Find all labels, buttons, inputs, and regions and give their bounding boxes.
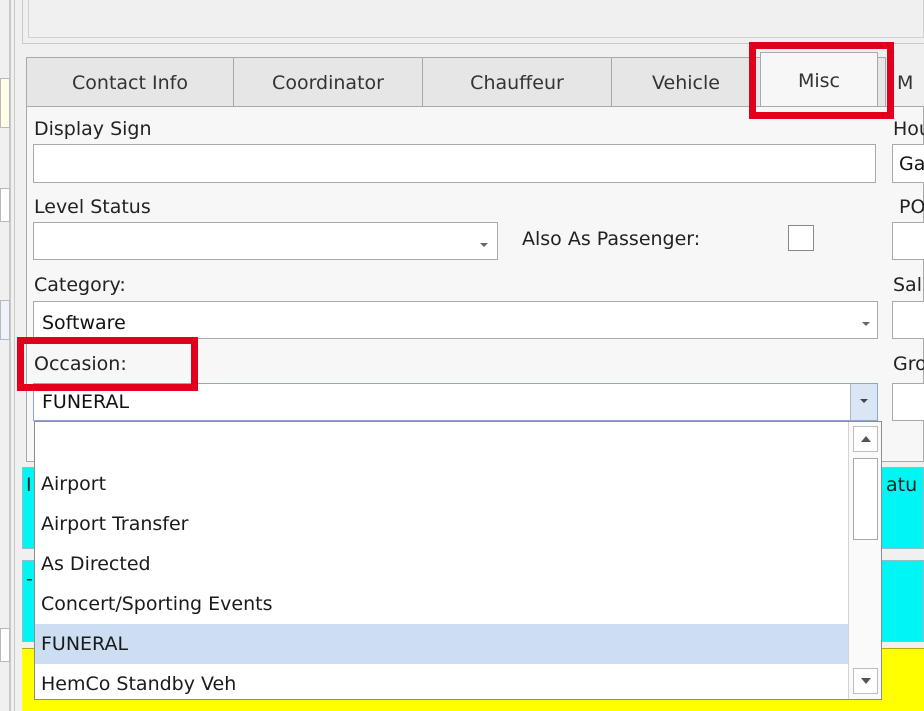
left-panel-fragment [0, 300, 10, 340]
occasion-dropdown-list[interactable]: Airport Airport Transfer As Directed Con… [34, 421, 882, 700]
list-item[interactable]: HemCo Standby Veh [35, 664, 848, 699]
cyan-row-2-partial-text: - [26, 568, 33, 590]
tab-vehicle[interactable]: Vehicle [611, 57, 761, 107]
upper-panel-border [28, 0, 924, 38]
list-item[interactable] [35, 424, 848, 464]
left-panel-fragment [0, 78, 10, 128]
chevron-down-icon [862, 322, 870, 326]
scroll-up-button[interactable] [853, 426, 878, 452]
dropdown-scrollbar[interactable] [848, 422, 881, 699]
list-item[interactable]: Concert/Sporting Events [35, 584, 848, 624]
tab-label: Chauffeur [470, 71, 564, 94]
tab-chauffeur[interactable]: Chauffeur [422, 57, 612, 107]
po-label-partial: PO [899, 196, 924, 218]
display-sign-input[interactable] [33, 144, 876, 183]
display-sign-label: Display Sign [34, 118, 152, 140]
tab-label: Contact Info [72, 71, 188, 94]
list-item-label: As Directed [41, 553, 151, 575]
occasion-value: FUNERAL [42, 391, 130, 413]
group-input-partial[interactable] [892, 383, 924, 421]
cyan-row-1-partial-text-right: atu [886, 474, 918, 496]
sales-input-partial[interactable] [892, 301, 924, 339]
left-divider-inner [14, 0, 15, 711]
tab-label: Vehicle [652, 71, 720, 94]
list-item-label: Concert/Sporting Events [41, 593, 273, 615]
left-panel-fragment [0, 188, 10, 222]
chevron-down-icon [480, 243, 488, 247]
left-panel-fragment [0, 628, 10, 662]
list-item-label: HemCo Standby Veh [41, 673, 237, 695]
scrollbar-thumb[interactable] [853, 458, 878, 540]
tab-contact-info[interactable]: Contact Info [26, 57, 234, 107]
list-item[interactable]: As Directed [35, 544, 848, 584]
misc-tab-highlight [749, 42, 894, 119]
tab-label: M [897, 71, 914, 94]
tab-label: Coordinator [272, 71, 384, 94]
level-status-label: Level Status [34, 196, 151, 218]
po-input-partial[interactable] [892, 222, 924, 260]
group-label-partial: Gro [893, 353, 924, 375]
scroll-down-button[interactable] [853, 668, 878, 694]
list-item-label: FUNERAL [41, 633, 129, 655]
level-status-select[interactable] [33, 222, 498, 260]
list-item[interactable]: Airport [35, 464, 848, 504]
list-item-selected[interactable]: FUNERAL [35, 624, 848, 664]
occasion-dropdown-button[interactable] [850, 384, 877, 420]
also-as-passenger-checkbox[interactable] [788, 225, 814, 251]
hours-label-partial: Hou [893, 118, 924, 140]
category-value: Software [42, 312, 126, 334]
list-item-label: Airport [41, 473, 107, 495]
category-label: Category: [34, 274, 126, 296]
occasion-highlight [17, 337, 198, 391]
also-as-passenger-label: Also As Passenger: [522, 228, 701, 250]
list-item-label: Airport Transfer [41, 513, 189, 535]
cyan-row-1-partial-text: I [26, 474, 32, 496]
hours-select-partial[interactable]: Ga [892, 144, 924, 183]
chevron-down-icon [860, 399, 868, 403]
category-select[interactable]: Software [33, 301, 878, 339]
tab-coordinator[interactable]: Coordinator [233, 57, 423, 107]
list-item[interactable]: Airport Transfer [35, 504, 848, 544]
arrow-up-icon [861, 436, 871, 442]
arrow-down-icon [861, 678, 871, 684]
sales-label-partial: Sal [893, 274, 922, 296]
hours-value-partial: Ga [899, 152, 924, 175]
